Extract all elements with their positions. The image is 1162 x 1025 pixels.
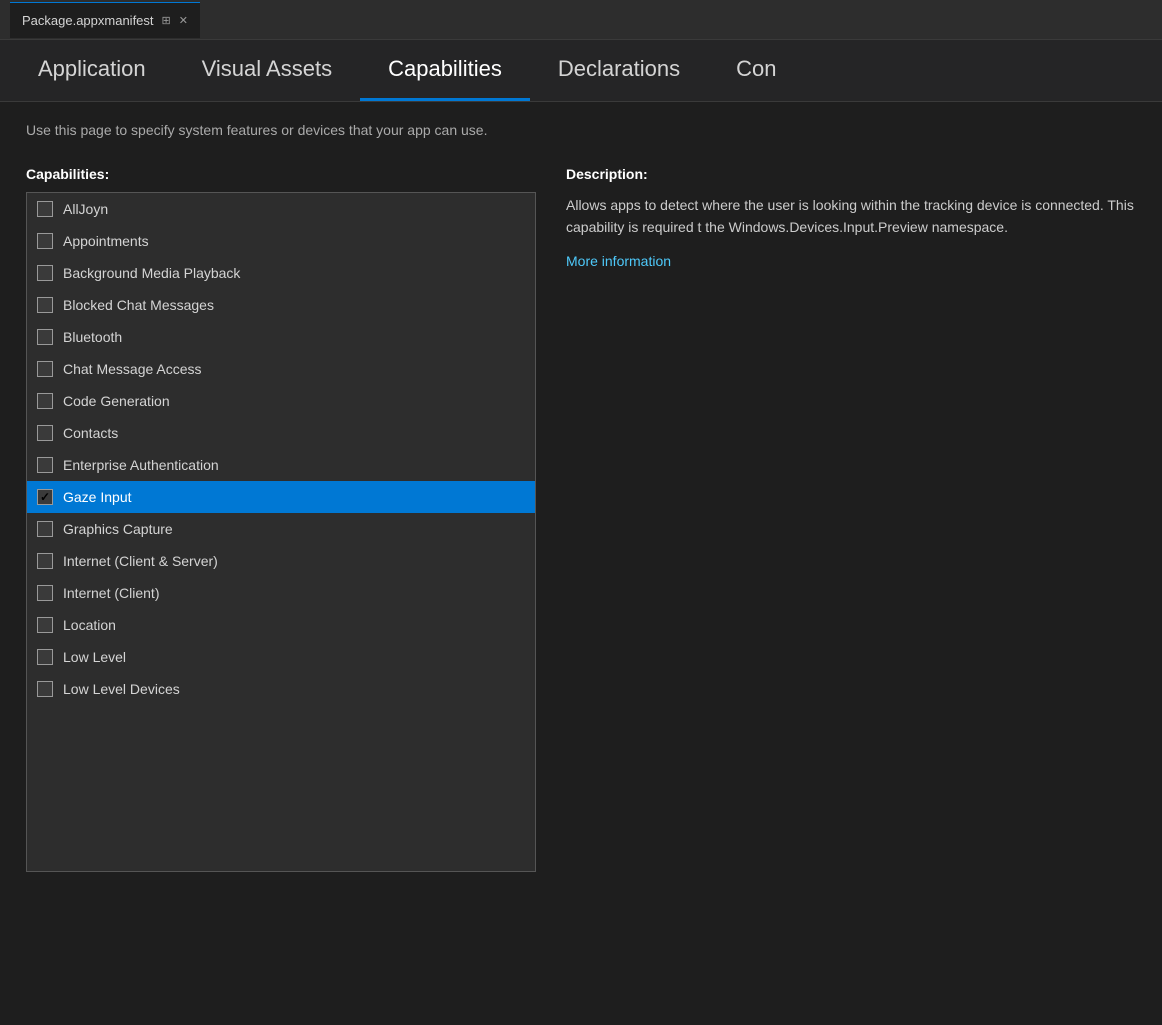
close-icon[interactable]: ✕ (179, 14, 188, 27)
capabilities-list-wrapper: AllJoyn Appointments Background Media Play… (26, 192, 536, 872)
capability-item-low-level[interactable]: Low Level (27, 641, 535, 673)
capability-label-blocked-chat-messages: Blocked Chat Messages (63, 297, 214, 313)
tab-application[interactable]: Application (10, 40, 174, 101)
capability-checkbox-enterprise-authentication[interactable] (37, 457, 53, 473)
capability-label-appointments: Appointments (63, 233, 149, 249)
capability-item-bluetooth[interactable]: Bluetooth (27, 321, 535, 353)
capability-label-bluetooth: Bluetooth (63, 329, 122, 345)
capability-checkbox-background-media-playback[interactable] (37, 265, 53, 281)
tab-declarations[interactable]: Declarations (530, 40, 708, 101)
page-description: Use this page to specify system features… (26, 122, 1136, 138)
capability-label-low-level: Low Level (63, 649, 126, 665)
capability-label-enterprise-authentication: Enterprise Authentication (63, 457, 219, 473)
capability-checkbox-contacts[interactable] (37, 425, 53, 441)
capability-item-appointments[interactable]: Appointments (27, 225, 535, 257)
capability-item-graphics-capture[interactable]: Graphics Capture (27, 513, 535, 545)
capability-item-blocked-chat-messages[interactable]: Blocked Chat Messages (27, 289, 535, 321)
more-info-link[interactable]: More information (566, 253, 671, 269)
capability-checkbox-bluetooth[interactable] (37, 329, 53, 345)
capability-item-background-media-playback[interactable]: Background Media Playback (27, 257, 535, 289)
capabilities-list[interactable]: AllJoyn Appointments Background Media Play… (27, 193, 535, 871)
capability-label-chat-message-access: Chat Message Access (63, 361, 202, 377)
capability-checkbox-code-generation[interactable] (37, 393, 53, 409)
capability-checkbox-internet-client-server[interactable] (37, 553, 53, 569)
capability-label-location: Location (63, 617, 116, 633)
left-column: Capabilities: AllJoyn Appointments Backgro… (26, 166, 536, 872)
page-content: Use this page to specify system features… (0, 102, 1162, 892)
two-column-layout: Capabilities: AllJoyn Appointments Backgro… (26, 166, 1136, 872)
capability-label-internet-client: Internet (Client) (63, 585, 159, 601)
capability-checkbox-location[interactable] (37, 617, 53, 633)
capability-checkbox-low-level-devices[interactable] (37, 681, 53, 697)
capability-label-contacts: Contacts (63, 425, 118, 441)
capability-label-gaze-input: Gaze Input (63, 489, 132, 505)
capability-label-low-level-devices: Low Level Devices (63, 681, 180, 697)
capability-item-internet-client-server[interactable]: Internet (Client & Server) (27, 545, 535, 577)
tab-con[interactable]: Con (708, 40, 804, 101)
right-column: Description: Allows apps to detect where… (566, 166, 1136, 269)
capability-item-enterprise-authentication[interactable]: Enterprise Authentication (27, 449, 535, 481)
capability-item-location[interactable]: Location (27, 609, 535, 641)
capability-label-code-generation: Code Generation (63, 393, 170, 409)
capability-checkbox-alljoyn[interactable] (37, 201, 53, 217)
capability-label-alljoyn: AllJoyn (63, 201, 108, 217)
tab-capabilities[interactable]: Capabilities (360, 40, 530, 101)
capability-item-chat-message-access[interactable]: Chat Message Access (27, 353, 535, 385)
capability-checkbox-low-level[interactable] (37, 649, 53, 665)
capability-item-code-generation[interactable]: Code Generation (27, 385, 535, 417)
tab-filename: Package.appxmanifest (22, 13, 154, 28)
capability-item-gaze-input[interactable]: Gaze Input (27, 481, 535, 513)
capability-item-internet-client[interactable]: Internet (Client) (27, 577, 535, 609)
capability-checkbox-internet-client[interactable] (37, 585, 53, 601)
title-bar: Package.appxmanifest ⊞ ✕ (0, 0, 1162, 40)
nav-tabs: Application Visual Assets Capabilities D… (0, 40, 1162, 102)
capability-checkbox-blocked-chat-messages[interactable] (37, 297, 53, 313)
capabilities-title: Capabilities: (26, 166, 536, 182)
description-title: Description: (566, 166, 1136, 182)
capability-label-internet-client-server: Internet (Client & Server) (63, 553, 218, 569)
pin-icon[interactable]: ⊞ (162, 14, 171, 27)
capability-label-graphics-capture: Graphics Capture (63, 521, 173, 537)
tab-visual-assets[interactable]: Visual Assets (174, 40, 360, 101)
capability-checkbox-gaze-input[interactable] (37, 489, 53, 505)
capability-checkbox-graphics-capture[interactable] (37, 521, 53, 537)
capability-checkbox-chat-message-access[interactable] (37, 361, 53, 377)
description-text: Allows apps to detect where the user is … (566, 194, 1136, 239)
capability-item-contacts[interactable]: Contacts (27, 417, 535, 449)
capability-item-low-level-devices[interactable]: Low Level Devices (27, 673, 535, 705)
capability-label-background-media-playback: Background Media Playback (63, 265, 240, 281)
capability-checkbox-appointments[interactable] (37, 233, 53, 249)
capability-item-alljoyn[interactable]: AllJoyn (27, 193, 535, 225)
title-bar-tab[interactable]: Package.appxmanifest ⊞ ✕ (10, 2, 200, 38)
